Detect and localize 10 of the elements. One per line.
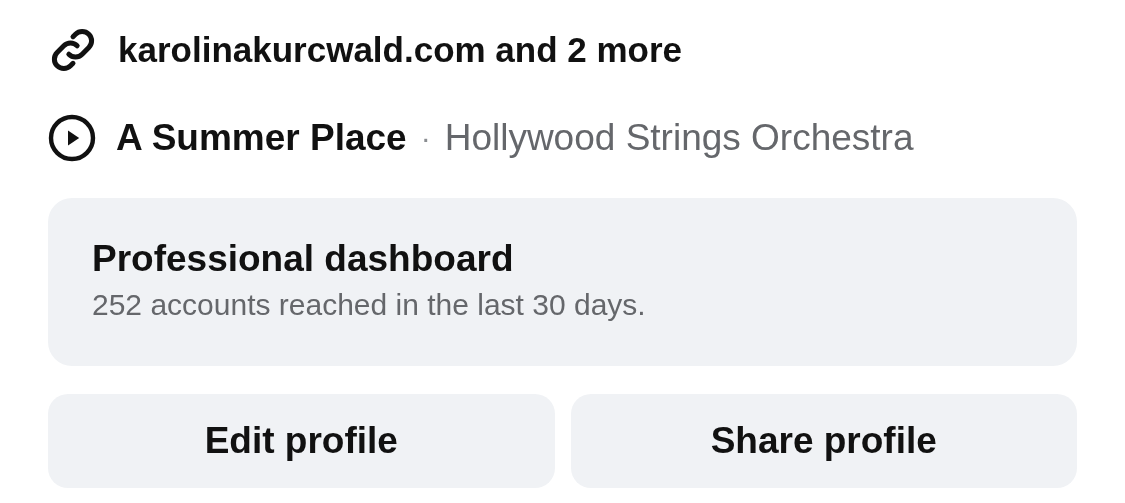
website-link[interactable]: karolinakurcwald.com and 2 more: [118, 30, 683, 70]
dashboard-subtitle: 252 accounts reached in the last 30 days.: [92, 288, 647, 322]
song-title[interactable]: A Summer Place: [116, 117, 407, 159]
professional-dashboard-card[interactable]: Professional dashboard 252 accounts reached in the last 30 days.: [48, 198, 1077, 366]
artist-name: Hollywood Strings Orchestra: [444, 117, 914, 159]
separator-dot: ·: [420, 121, 431, 155]
profile-button[interactable]: Share profile: [570, 394, 1077, 488]
profile-button[interactable]: Edit profile: [48, 394, 555, 488]
dashboard-title: Professional dashboard: [92, 238, 515, 280]
play-icon[interactable]: [48, 114, 96, 162]
